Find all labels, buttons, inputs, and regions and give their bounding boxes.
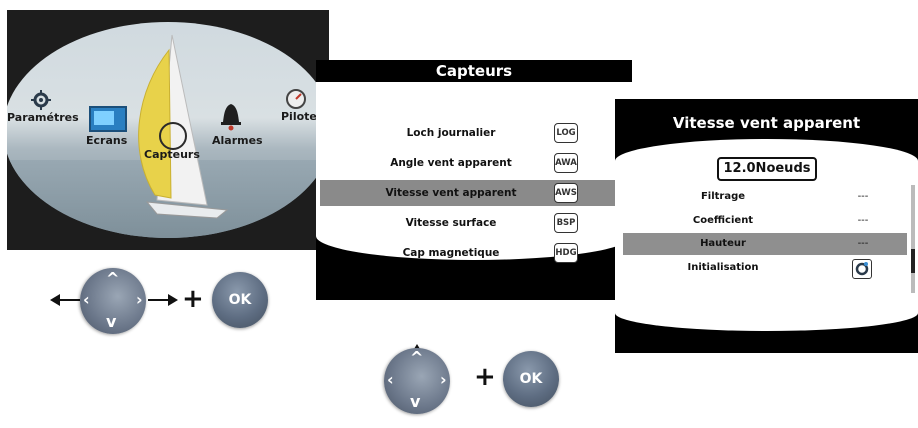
hdg-badge: HDG [554, 243, 578, 263]
menu-label-ecrans: Ecrans [86, 134, 128, 147]
ok-button[interactable]: OK [212, 272, 268, 328]
wind-speed-value: 12.0Noeuds [717, 157, 817, 181]
right-arrow-icon [148, 294, 178, 306]
bell-icon[interactable] [219, 102, 243, 132]
screen-title: Vitesse vent apparent [672, 114, 861, 132]
left-chevron-icon[interactable]: ‹ [83, 290, 90, 309]
scrollbar[interactable] [911, 185, 915, 293]
gauge-icon[interactable] [285, 88, 307, 110]
screen-icon[interactable] [89, 106, 127, 132]
list-item-label: Cap magnetique [402, 247, 500, 259]
left-chevron-icon[interactable]: ‹ [387, 370, 394, 389]
plus-sign: + [474, 362, 496, 392]
list-item-label: Vitesse surface [405, 217, 497, 229]
sensor-icon[interactable] [159, 122, 187, 150]
gear-icon[interactable] [852, 259, 872, 279]
menu-label-alarmes: Alarmes [212, 134, 263, 147]
right-chevron-icon[interactable]: › [440, 370, 447, 389]
menu-label-parametres: Paramétres [7, 111, 79, 124]
up-chevron-icon[interactable]: ^ [106, 269, 119, 288]
screen-title: Capteurs [435, 62, 513, 80]
plus-sign: + [182, 284, 204, 314]
list-item-label: Filtrage [700, 191, 746, 202]
list-item-label: Loch journalier [406, 127, 496, 139]
capteurs-list: Loch journalier LOG Angle vent apparent … [316, 82, 632, 263]
list-item-label: Coefficient [692, 215, 754, 226]
left-arrow-icon [50, 294, 80, 306]
list-item-label: Vitesse vent apparent [385, 187, 517, 199]
list-item[interactable]: Coefficient --- [623, 210, 907, 232]
aws-badge: AWS [554, 183, 578, 203]
gear-icon [31, 90, 51, 110]
list-item-label: Initialisation [687, 262, 759, 273]
ok-button[interactable]: OK [503, 351, 559, 407]
menu-label-pilote: Pilote [281, 110, 317, 123]
scrollbar-thumb[interactable] [911, 249, 915, 273]
list-item-value: --- [857, 191, 869, 202]
down-chevron-icon[interactable]: v [106, 312, 116, 331]
awa-badge: AWA [554, 153, 578, 173]
bsp-badge: BSP [554, 213, 578, 233]
right-chevron-icon[interactable]: › [136, 290, 143, 309]
list-item-value: --- [857, 238, 869, 249]
menu-label-capteurs: Capteurs [144, 148, 200, 161]
list-item-selected[interactable]: Hauteur --- [623, 233, 907, 255]
list-item[interactable]: Angle vent apparent AWA [320, 150, 620, 176]
log-badge: LOG [554, 123, 578, 143]
list-item[interactable]: Cap magnetique HDG [320, 240, 620, 266]
capteurs-screen: Capteurs Loch journalier LOG Angle vent … [316, 60, 632, 300]
list-item[interactable]: Loch journalier LOG [320, 120, 620, 146]
main-menu-screen: Paramétres Ecrans Capteurs Alarmes Pilot… [7, 10, 329, 250]
down-chevron-icon[interactable]: v [410, 392, 420, 411]
list-item-label: Angle vent apparent [390, 157, 512, 169]
list-item-label: Hauteur [700, 238, 746, 249]
list-item[interactable]: Initialisation [623, 257, 907, 279]
list-item[interactable]: Filtrage --- [623, 186, 907, 208]
list-item[interactable]: Vitesse surface BSP [320, 210, 620, 236]
vitesse-vent-apparent-screen: Vitesse vent apparent 12.0Noeuds Filtrag… [615, 99, 918, 353]
list-item-selected[interactable]: Vitesse vent apparent AWS [320, 180, 620, 206]
up-chevron-icon[interactable]: ^ [410, 348, 423, 367]
list-item-value: --- [857, 215, 869, 226]
